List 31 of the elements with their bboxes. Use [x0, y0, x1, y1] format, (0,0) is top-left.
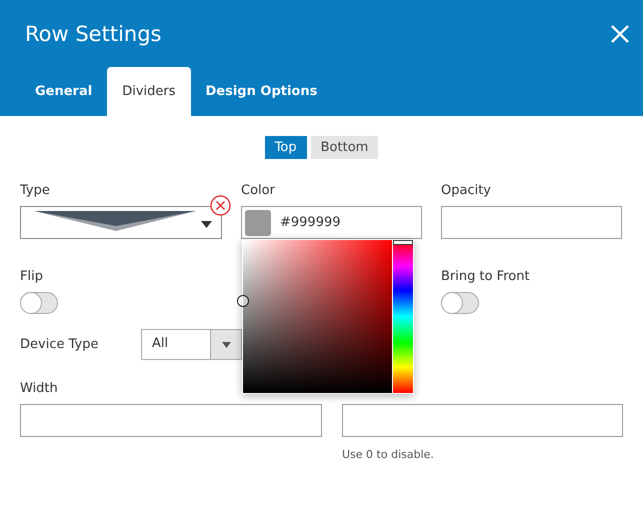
field-label: Device Type — [20, 337, 100, 352]
caret-icon — [222, 342, 230, 348]
bring-to-front-switch[interactable] — [441, 292, 479, 314]
height-field[interactable] — [342, 404, 623, 437]
field-label: Type — [20, 183, 51, 200]
hue-handle[interactable] — [393, 240, 413, 245]
position-toggle[interactable]: Top — [264, 136, 307, 159]
tab[interactable]: General — [20, 67, 108, 116]
field-label: Opacity — [441, 183, 492, 200]
flip-switch[interactable] — [20, 292, 58, 314]
field-label: Bring to Front — [441, 269, 531, 286]
divider-shape-icon — [34, 211, 196, 231]
opacity-field[interactable] — [441, 206, 622, 239]
picker-handle[interactable] — [237, 295, 249, 307]
tab[interactable]: Design Options — [190, 67, 332, 116]
field-label: Width — [20, 381, 59, 398]
caret-icon — [201, 221, 212, 228]
width-field[interactable] — [20, 404, 322, 437]
window-title: Row Settings — [25, 22, 162, 46]
hint-text: Use 0 to disable. — [342, 448, 435, 461]
tab[interactable]: Dividers — [107, 67, 190, 116]
device-type-select[interactable]: All — [141, 329, 242, 360]
divider-type-select[interactable] — [20, 206, 222, 239]
color-swatch[interactable] — [245, 210, 271, 236]
field-label: Color — [241, 183, 276, 200]
close-icon[interactable] — [610, 24, 630, 44]
hue-slider[interactable] — [393, 240, 413, 393]
clear-icon[interactable] — [210, 195, 231, 216]
field-label: Flip — [20, 269, 44, 286]
color-field[interactable]: #999999 — [241, 206, 422, 239]
position-toggle[interactable]: Bottom — [310, 136, 378, 159]
